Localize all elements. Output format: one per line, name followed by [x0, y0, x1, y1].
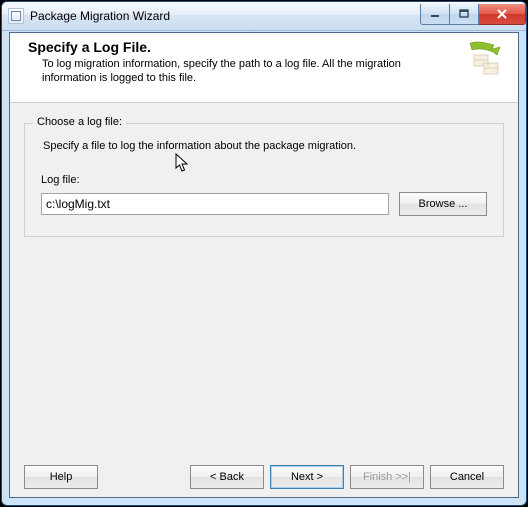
- app-icon: [8, 8, 24, 24]
- maximize-button[interactable]: [450, 4, 479, 25]
- page-subtitle: To log migration information, specify th…: [28, 57, 412, 85]
- page-title: Specify a Log File.: [28, 39, 504, 55]
- title-bar[interactable]: Package Migration Wizard: [2, 2, 526, 31]
- log-file-label: Log file:: [41, 174, 487, 186]
- dialog-panel: Specify a Log File. To log migration inf…: [9, 32, 519, 498]
- minimize-button[interactable]: [420, 4, 450, 25]
- next-button[interactable]: Next >: [270, 465, 344, 489]
- wizard-footer: Help < Back Next > Finish >>| Cancel: [10, 457, 518, 497]
- log-file-group: Choose a log file: Specify a file to log…: [24, 123, 504, 237]
- window-title: Package Migration Wizard: [30, 9, 420, 23]
- log-file-input[interactable]: [41, 193, 389, 215]
- wizard-header-icon: [464, 39, 508, 83]
- wizard-header: Specify a Log File. To log migration inf…: [10, 33, 518, 103]
- browse-button[interactable]: Browse ...: [399, 192, 487, 216]
- wizard-body: Choose a log file: Specify a file to log…: [10, 103, 518, 457]
- window-controls: [420, 4, 526, 24]
- window-chrome: Package Migration Wizard Specify a Log F…: [1, 1, 527, 506]
- cancel-button[interactable]: Cancel: [430, 465, 504, 489]
- back-button[interactable]: < Back: [190, 465, 264, 489]
- close-button[interactable]: [479, 4, 526, 25]
- finish-button[interactable]: Finish >>|: [350, 465, 424, 489]
- group-instruction: Specify a file to log the information ab…: [43, 140, 487, 152]
- group-legend: Choose a log file:: [33, 116, 126, 128]
- help-button[interactable]: Help: [24, 465, 98, 489]
